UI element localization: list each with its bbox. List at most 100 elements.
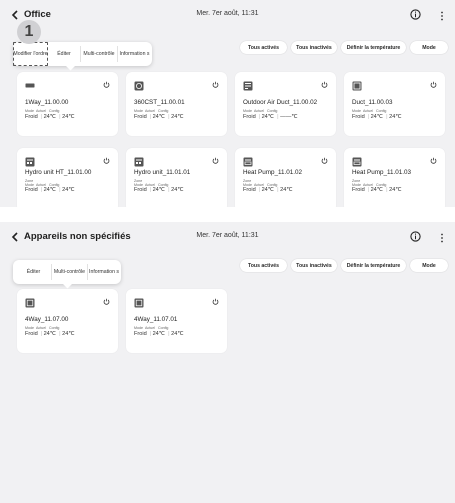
menu-divider bbox=[117, 46, 118, 62]
config-label: Config bbox=[158, 326, 169, 330]
mode-value: Froid bbox=[352, 114, 365, 120]
device-card[interactable]: Heat Pump_11.01.02 Zone Mode Actuel Config… bbox=[235, 148, 336, 207]
date-time: Mer. 7er août, 11:31 bbox=[196, 10, 259, 17]
heat-pump-icon bbox=[243, 157, 253, 167]
field-labels: Mode Actuel Config bbox=[243, 109, 277, 113]
set-temperature-button[interactable]: Définir la température bbox=[341, 259, 406, 272]
duct-icon bbox=[352, 81, 362, 91]
mode-button[interactable]: Mode bbox=[410, 259, 448, 272]
field-values: Froid | 24℃ | 24℃ bbox=[352, 187, 402, 193]
config-temp: 24℃ bbox=[389, 114, 402, 120]
edit-menu-item[interactable]: Éditer bbox=[17, 260, 50, 284]
power-icon[interactable] bbox=[321, 81, 328, 88]
mode-value: Froid bbox=[134, 331, 147, 337]
device-card[interactable]: Hydro unit HT_11.01.00 Zone Mode Actuel Co… bbox=[17, 148, 118, 207]
device-name: 4Way_11.07.01 bbox=[134, 316, 178, 323]
unspecified-devices-screen: Appareils non spécifiés Mer. 7er août, 1… bbox=[0, 222, 455, 503]
mode-value: Froid bbox=[25, 187, 38, 193]
device-name: Duct_11.00.03 bbox=[352, 99, 393, 106]
field-values: Froid | 24℃ | 24℃ bbox=[243, 187, 293, 193]
actual-temp: 24℃ bbox=[261, 114, 275, 120]
top-bar: Office Mer. 7er août, 11:31 bbox=[0, 0, 455, 30]
actual-label: Actuel bbox=[254, 109, 264, 113]
field-values: Froid | 24℃ | 24℃ bbox=[134, 114, 184, 120]
field-labels: Mode Actuel Config bbox=[25, 326, 59, 330]
config-temp: 24℃ bbox=[280, 187, 293, 193]
outdoor-air-duct-icon bbox=[243, 81, 253, 91]
multi-control-menu-item[interactable]: Multi-contrôle bbox=[82, 42, 116, 66]
device-name: 4Way_11.07.00 bbox=[25, 316, 69, 323]
heat-pump-icon bbox=[352, 157, 362, 167]
actual-temp: 24℃ bbox=[152, 187, 166, 193]
power-icon[interactable] bbox=[430, 157, 437, 164]
actual-temp: 24℃ bbox=[43, 114, 57, 120]
field-values: Froid | 24℃ | 24℃ bbox=[25, 331, 75, 337]
edit-menu-item[interactable]: Éditer bbox=[49, 42, 79, 66]
field-values: Froid | 24℃ | 24℃ bbox=[352, 114, 402, 120]
actual-label: Actuel bbox=[36, 326, 46, 330]
more-options-icon[interactable] bbox=[440, 11, 444, 21]
actual-temp: 24℃ bbox=[43, 331, 57, 337]
device-card[interactable]: 1Way_11.00.00 Mode Actuel Config Froid | 2… bbox=[17, 72, 118, 136]
field-labels: Mode Actuel Config bbox=[25, 109, 59, 113]
mode-value: Froid bbox=[134, 114, 147, 120]
config-label: Config bbox=[267, 109, 278, 113]
context-menu: Éditer Multi-contrôle Information s bbox=[13, 260, 121, 289]
mode-value: Froid bbox=[25, 331, 38, 337]
actual-label: Actuel bbox=[363, 109, 373, 113]
power-icon[interactable] bbox=[212, 81, 219, 88]
step-badge: 1 bbox=[17, 20, 41, 44]
power-icon[interactable] bbox=[103, 298, 110, 305]
hydro-unit-icon bbox=[134, 157, 144, 167]
all-on-button[interactable]: Tous activés bbox=[240, 259, 287, 272]
mode-label: Mode bbox=[25, 109, 34, 113]
information-menu-item[interactable]: Information s bbox=[88, 260, 120, 284]
field-values: Froid | 24℃ | 24℃ bbox=[134, 331, 184, 337]
information-menu-item[interactable]: Information s bbox=[119, 42, 150, 66]
all-off-button[interactable]: Tous inactivés bbox=[291, 259, 337, 272]
device-card[interactable]: 4Way_11.07.01 Mode Actuel Config Froid | 2… bbox=[126, 289, 227, 353]
all-on-button[interactable]: Tous activés bbox=[240, 41, 287, 54]
mode-value: Froid bbox=[352, 187, 365, 193]
menu-divider bbox=[80, 46, 81, 62]
device-card[interactable]: Hydro unit_11.01.01 Zone Mode Actuel Confi… bbox=[126, 148, 227, 207]
config-label: Config bbox=[376, 109, 387, 113]
actual-label: Actuel bbox=[145, 109, 155, 113]
1way-cassette-icon bbox=[25, 83, 35, 88]
field-values: Froid | 24℃ | ——℃ bbox=[243, 114, 298, 120]
device-card[interactable]: 360CST_11.00.01 Mode Actuel Config Froid |… bbox=[126, 72, 227, 136]
config-temp: 24℃ bbox=[171, 187, 184, 193]
field-values: Froid | 24℃ | 24℃ bbox=[134, 187, 184, 193]
power-icon[interactable] bbox=[103, 81, 110, 88]
device-card[interactable]: Outdoor Air Duct_11.00.02 Mode Actuel Conf… bbox=[235, 72, 336, 136]
menu-divider bbox=[51, 264, 52, 280]
actual-temp: 24℃ bbox=[43, 187, 57, 193]
actual-label: Actuel bbox=[36, 109, 46, 113]
all-off-button[interactable]: Tous inactivés bbox=[291, 41, 337, 54]
mode-value: Froid bbox=[25, 114, 38, 120]
power-icon[interactable] bbox=[103, 157, 110, 164]
config-temp: ——℃ bbox=[280, 114, 298, 120]
more-options-icon[interactable] bbox=[440, 233, 444, 243]
config-temp: 24℃ bbox=[62, 187, 75, 193]
power-icon[interactable] bbox=[430, 81, 437, 88]
config-temp: 24℃ bbox=[62, 331, 75, 337]
power-icon[interactable] bbox=[321, 157, 328, 164]
date-time: Mer. 7er août, 11:31 bbox=[196, 232, 259, 239]
set-temperature-button[interactable]: Définir la température bbox=[341, 41, 406, 54]
device-name: Hydro unit HT_11.01.00 bbox=[25, 169, 92, 176]
power-icon[interactable] bbox=[212, 157, 219, 164]
mode-button[interactable]: Mode bbox=[410, 41, 448, 54]
device-card[interactable]: Heat Pump_11.01.03 Zone Mode Actuel Config… bbox=[344, 148, 445, 207]
device-name: Hydro unit_11.01.01 bbox=[134, 169, 191, 176]
hydro-unit-icon bbox=[25, 157, 35, 167]
device-card[interactable]: 4Way_11.07.00 Mode Actuel Config Froid | 2… bbox=[17, 289, 118, 353]
device-card[interactable]: Duct_11.00.03 Mode Actuel Config Froid | 2… bbox=[344, 72, 445, 136]
office-screen: Office Mer. 7er août, 11:31 Tous activés… bbox=[0, 0, 455, 207]
mode-label: Mode bbox=[352, 109, 361, 113]
info-icon[interactable] bbox=[410, 231, 421, 242]
info-icon[interactable] bbox=[410, 9, 421, 20]
power-icon[interactable] bbox=[212, 298, 219, 305]
field-labels: Mode Actuel Config bbox=[134, 109, 168, 113]
actual-temp: 24℃ bbox=[261, 187, 275, 193]
